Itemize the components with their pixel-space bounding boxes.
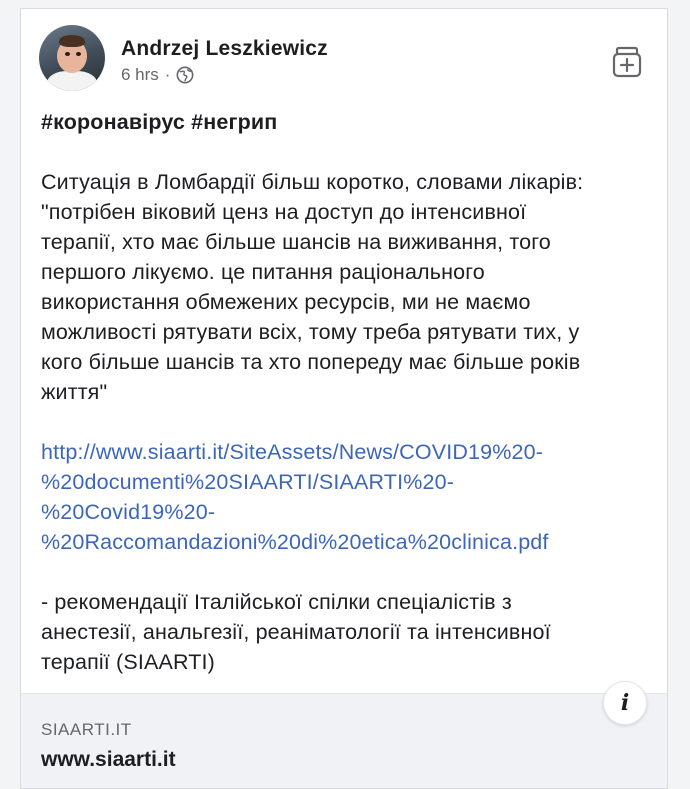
save-icon[interactable] bbox=[609, 43, 645, 79]
link-preview[interactable]: SIAARTI.IT www.siaarti.it bbox=[21, 693, 667, 788]
link-preview-domain: SIAARTI.IT bbox=[41, 720, 132, 739]
meta-separator: · bbox=[164, 65, 171, 84]
post-paragraph-2: - рекомендації Італійської спілки спеціа… bbox=[41, 590, 551, 674]
info-button[interactable]: i bbox=[603, 681, 647, 725]
avatar[interactable] bbox=[39, 25, 105, 91]
globe-icon[interactable] bbox=[176, 66, 194, 84]
post-time[interactable]: 6 hrs bbox=[121, 65, 159, 85]
post-hashtags[interactable]: #коронавірус #негрип bbox=[41, 107, 661, 137]
post-card: Andrzej Leszkiewicz 6 hrs · #коронавірус… bbox=[20, 8, 668, 789]
post-link[interactable]: http://www.siaarti.it/SiteAssets/News/CO… bbox=[41, 437, 661, 557]
link-preview-site[interactable]: www.siaarti.it bbox=[41, 748, 176, 772]
post-body: #коронавірус #негрип Ситуація в Ломбарді… bbox=[41, 107, 661, 677]
author-name[interactable]: Andrzej Leszkiewicz bbox=[121, 37, 328, 61]
post-meta: 6 hrs · bbox=[121, 65, 194, 85]
post-paragraph-1: Ситуація в Ломбардії більш коротко, слов… bbox=[41, 170, 584, 404]
